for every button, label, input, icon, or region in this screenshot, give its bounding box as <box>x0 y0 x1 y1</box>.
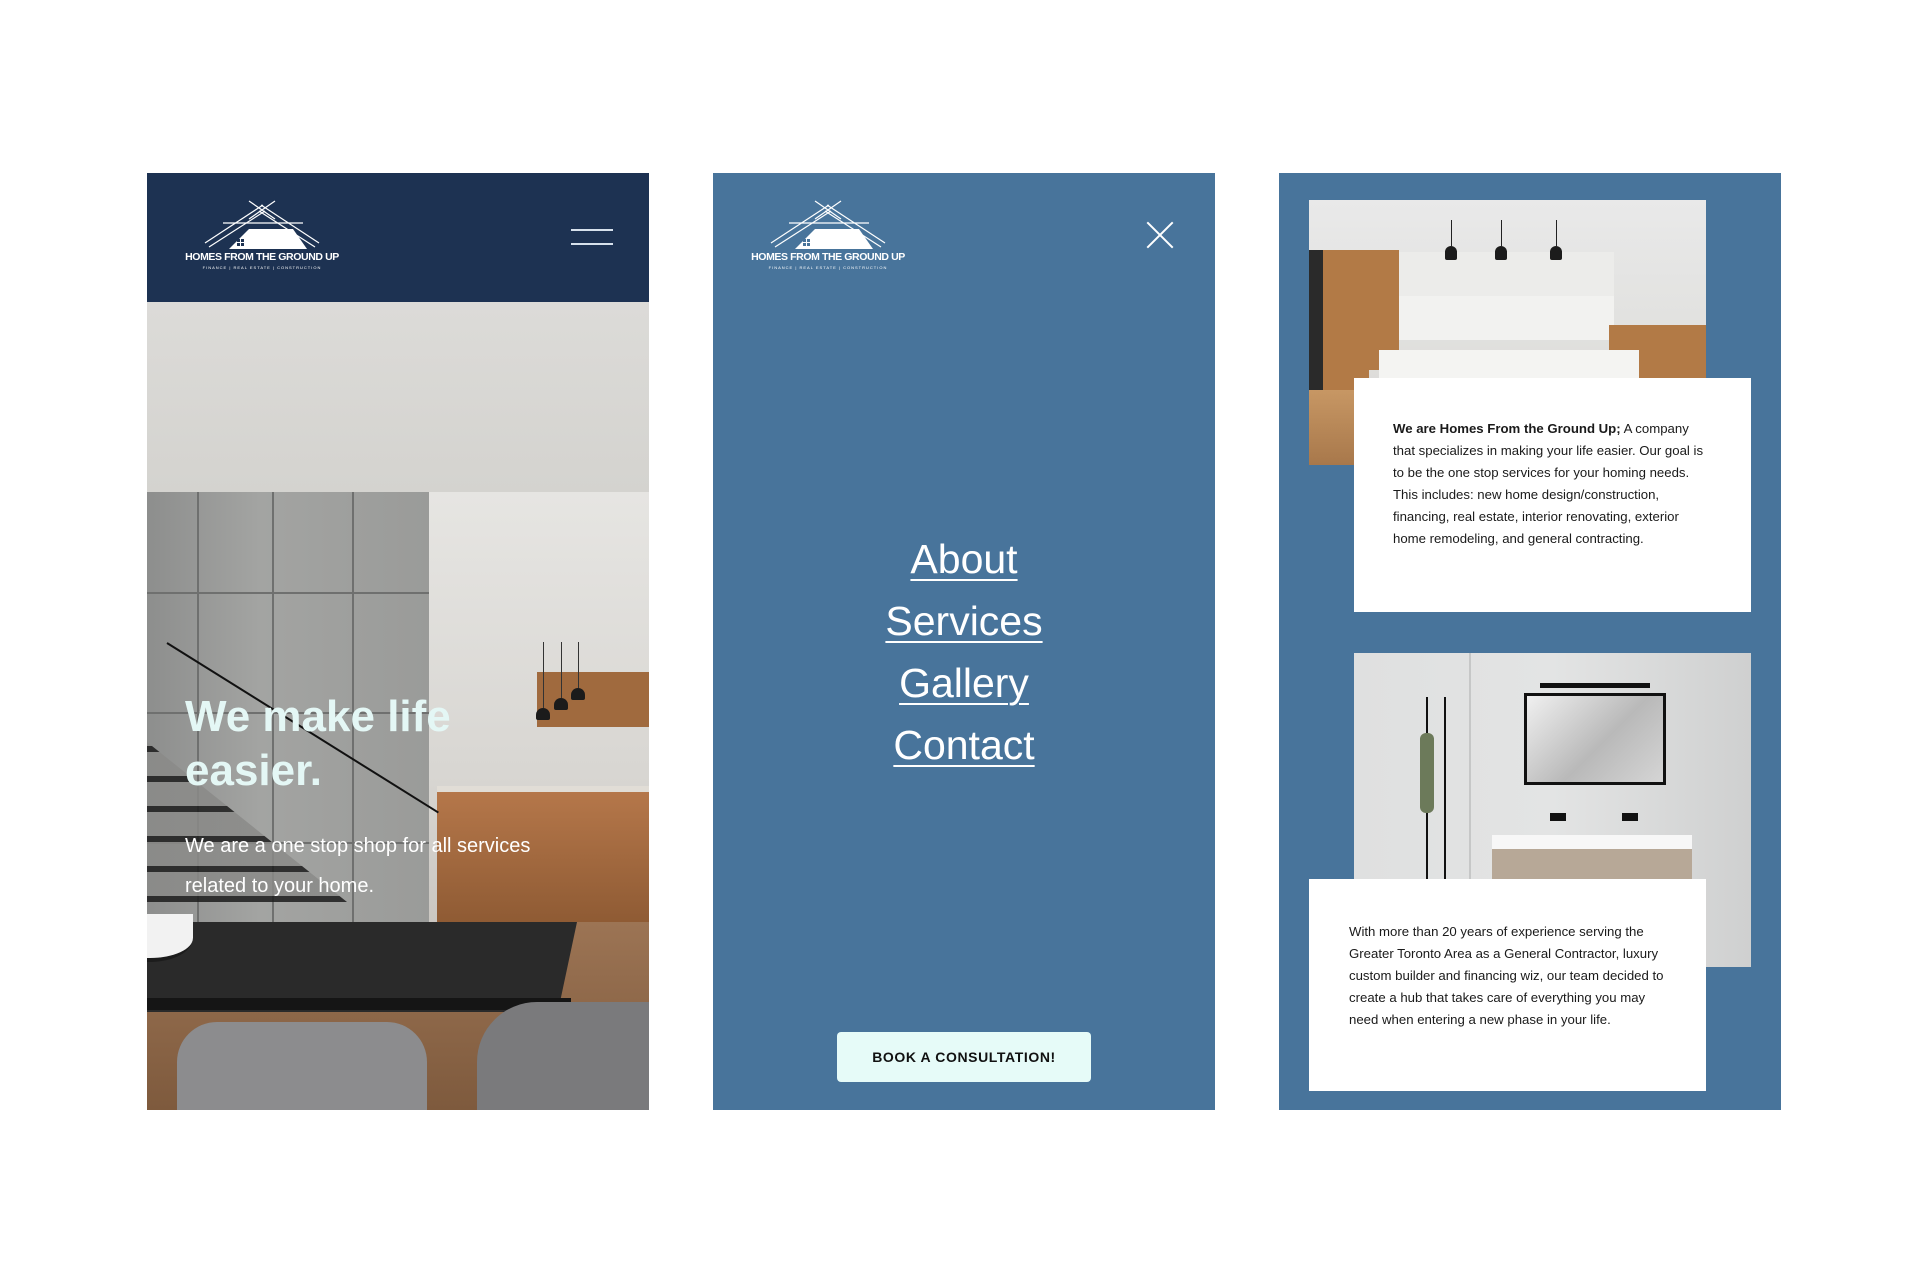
menu-item-about[interactable]: About <box>713 528 1215 590</box>
main-menu: About Services Gallery Contact <box>713 528 1215 776</box>
about-intro-body: A company that specializes in making you… <box>1393 421 1704 546</box>
book-consultation-button[interactable]: BOOK A CONSULTATION! <box>837 1032 1091 1082</box>
hero-title: We make life easier. <box>185 692 451 795</box>
about-intro-card: We are Homes From the Ground Up; A compa… <box>1354 378 1751 612</box>
brand-name: HOMES FROM THE GROUND UP <box>185 251 339 263</box>
menu-item-contact[interactable]: Contact <box>713 714 1215 776</box>
menu-item-services[interactable]: Services <box>713 590 1215 652</box>
close-icon[interactable] <box>1146 221 1174 249</box>
brand-name: HOMES FROM THE GROUND UP <box>751 251 905 263</box>
site-header: HOMES FROM THE GROUND UP FINANCE | REAL … <box>147 173 649 302</box>
about-intro-text: We are Homes From the Ground Up; A compa… <box>1393 418 1711 550</box>
brand-logo[interactable]: HOMES FROM THE GROUND UP FINANCE | REAL … <box>743 199 913 271</box>
about-screen: We are Homes From the Ground Up; A compa… <box>1279 173 1781 1110</box>
about-intro-bold: We are Homes From the Ground Up; <box>1393 421 1621 436</box>
brand-logo[interactable]: HOMES FROM THE GROUND UP FINANCE | REAL … <box>177 199 347 271</box>
menu-item-gallery[interactable]: Gallery <box>713 652 1215 714</box>
brand-tagline: FINANCE | REAL ESTATE | CONSTRUCTION <box>202 265 322 270</box>
brand-tagline: FINANCE | REAL ESTATE | CONSTRUCTION <box>768 265 888 270</box>
menu-screen: HOMES FROM THE GROUND UP FINANCE | REAL … <box>713 173 1215 1110</box>
about-story-text: With more than 20 years of experience se… <box>1349 924 1664 1027</box>
hero-subtitle: We are a one stop shop for all services … <box>185 835 531 897</box>
house-roof-logo-icon <box>204 200 320 249</box>
home-screen: HOMES FROM THE GROUND UP FINANCE | REAL … <box>147 173 649 1110</box>
about-story-card: With more than 20 years of experience se… <box>1309 879 1706 1091</box>
house-roof-logo-icon <box>770 200 886 249</box>
hamburger-menu-icon[interactable] <box>571 227 613 247</box>
